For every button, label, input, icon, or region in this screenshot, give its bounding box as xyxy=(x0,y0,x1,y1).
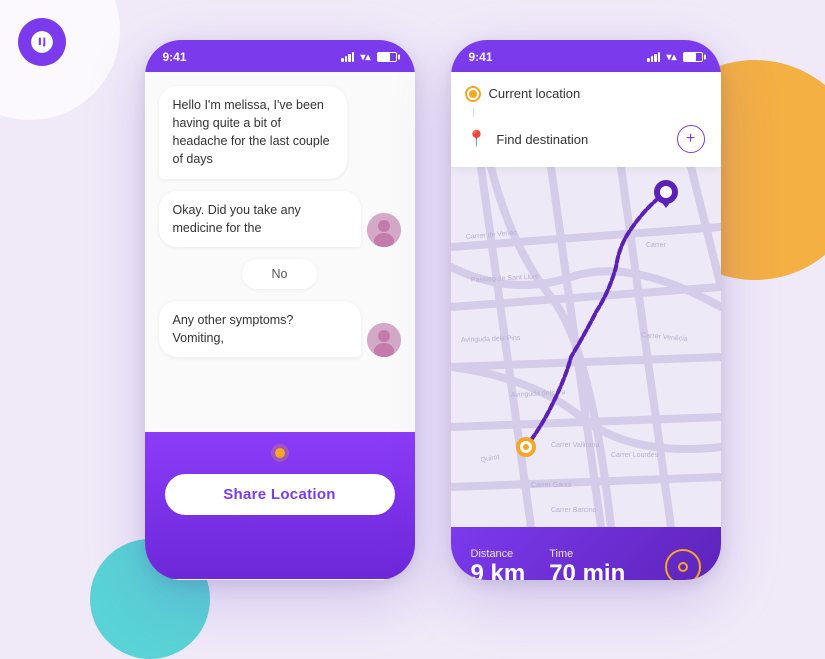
map-phone: 9:41 ▾▴ Current location 📍 Find destinat… xyxy=(451,40,721,580)
add-destination-button[interactable]: + xyxy=(677,125,705,153)
phones-wrapper: 9:41 ▾▴ Hello I'm melissa, I've been hav… xyxy=(80,40,785,580)
distance-label: Distance xyxy=(471,548,526,560)
svg-text:Carrer: Carrer xyxy=(646,242,667,249)
svg-text:Carrer Vallirana: Carrer Vallirana xyxy=(551,442,600,449)
message-2: Okay. Did you take any medicine for the xyxy=(159,191,401,247)
map-signal-icon xyxy=(647,52,660,62)
message-2-bubble: Okay. Did you take any medicine for the xyxy=(159,191,361,247)
message-4-bubble: Any other symptoms? Vomiting, xyxy=(159,301,361,357)
chat-phone: 9:41 ▾▴ Hello I'm melissa, I've been hav… xyxy=(145,40,415,580)
share-location-panel: Share Location xyxy=(145,432,415,579)
message-1: Hello I'm melissa, I've been having quit… xyxy=(159,86,348,179)
divider xyxy=(473,109,474,117)
svg-text:Carrer Gaudi: Carrer Gaudi xyxy=(531,482,572,489)
signal-icon xyxy=(341,52,354,62)
svg-text:Carrer Lourdes: Carrer Lourdes xyxy=(611,452,659,459)
chat-status-bar: 9:41 ▾▴ xyxy=(145,40,415,72)
current-location-label[interactable]: Current location xyxy=(489,86,705,101)
location-dot xyxy=(275,448,285,458)
battery-icon xyxy=(377,52,397,62)
map-view[interactable]: Carrer de Venèc Passieg de Sant Lluis Av… xyxy=(451,167,721,527)
distance-stat: Distance 9 km xyxy=(471,548,526,580)
target-icon-inner xyxy=(678,562,688,572)
destination-row: 📍 Find destination + xyxy=(467,125,705,153)
time-stat: Time 70 min xyxy=(549,548,625,580)
wifi-icon: ▾▴ xyxy=(360,52,370,63)
app-logo: U xyxy=(18,18,66,66)
search-panel: Current location 📍 Find destination + xyxy=(451,72,721,167)
current-location-row: Current location xyxy=(467,86,705,101)
chat-status-icons: ▾▴ xyxy=(341,52,396,63)
message-input-area: + xyxy=(145,579,415,580)
svg-text:U: U xyxy=(36,35,45,49)
map-battery-icon xyxy=(683,52,703,62)
origin-marker-center xyxy=(523,444,529,450)
svg-text:Carrer Barcino: Carrer Barcino xyxy=(551,507,597,514)
message-3: No xyxy=(242,259,318,289)
time-label: Time xyxy=(549,548,625,560)
chat-messages-area: Hello I'm melissa, I've been having quit… xyxy=(145,72,415,432)
share-location-button[interactable]: Share Location xyxy=(165,474,395,515)
find-destination-label[interactable]: Find destination xyxy=(496,132,666,147)
map-svg: Carrer de Venèc Passieg de Sant Lluis Av… xyxy=(451,167,721,527)
map-wifi-icon: ▾▴ xyxy=(666,52,676,63)
map-status-icons: ▾▴ xyxy=(647,52,702,63)
distance-value: 9 km xyxy=(471,562,526,580)
destination-pin-icon: 📍 xyxy=(467,129,487,149)
map-stats-group: Distance 9 km Time 70 min xyxy=(471,548,626,580)
origin-dot-icon xyxy=(467,88,479,100)
avatar-1 xyxy=(367,213,401,247)
message-4: Any other symptoms? Vomiting, xyxy=(159,301,401,357)
time-value: 70 min xyxy=(549,562,625,580)
avatar-2 xyxy=(367,323,401,357)
map-status-bar: 9:41 ▾▴ xyxy=(451,40,721,72)
target-button[interactable] xyxy=(665,549,701,580)
logo-icon: U xyxy=(29,29,55,55)
map-stats-panel: Distance 9 km Time 70 min xyxy=(451,527,721,580)
chat-time: 9:41 xyxy=(163,50,187,64)
map-time: 9:41 xyxy=(469,50,493,64)
